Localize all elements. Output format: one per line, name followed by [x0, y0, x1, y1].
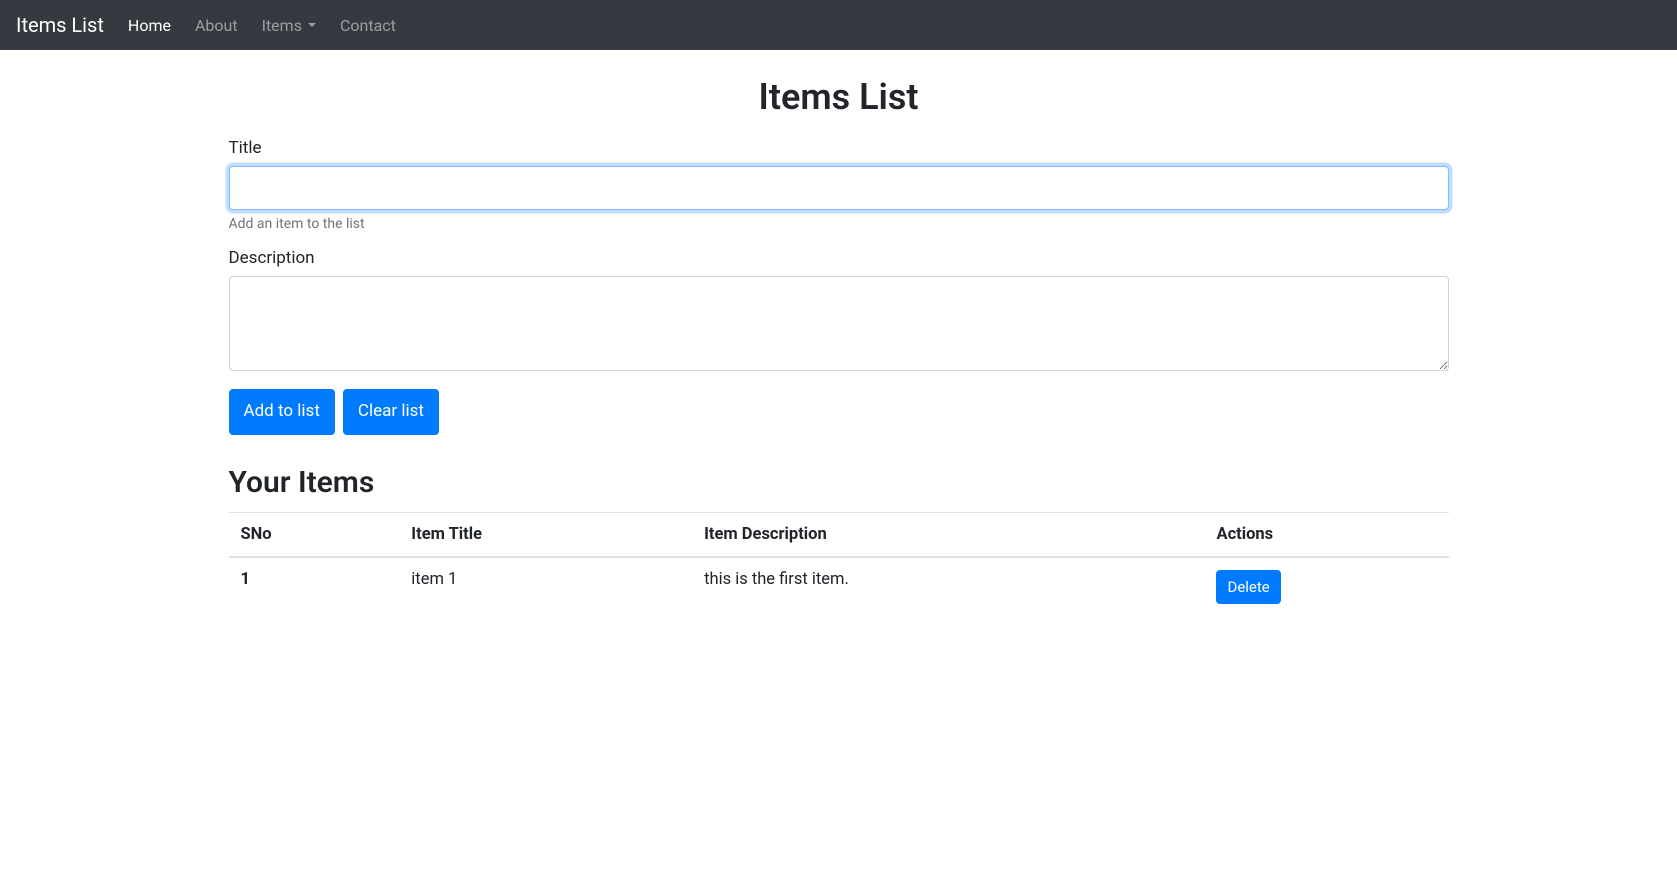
items-table: SNo Item Title Item Description Actions … [229, 512, 1449, 617]
cell-title: item 1 [399, 557, 692, 617]
table-header-row: SNo Item Title Item Description Actions [229, 512, 1449, 557]
description-label: Description [229, 248, 1449, 268]
nav-link-about[interactable]: About [187, 8, 246, 43]
clear-list-button[interactable]: Clear list [343, 389, 439, 435]
title-help-text: Add an item to the list [229, 216, 1449, 232]
cell-actions: Delete [1204, 557, 1448, 617]
page-title: Items List [229, 76, 1449, 118]
table-row: 1item 1this is the first item. Delete [229, 557, 1449, 617]
description-textarea[interactable] [229, 276, 1449, 371]
cell-sno: 1 [229, 557, 400, 617]
nav-link-contact[interactable]: Contact [332, 8, 404, 43]
column-actions: Actions [1204, 512, 1448, 557]
form-buttons: Add to list Clear list [229, 389, 1449, 435]
chevron-down-icon [308, 23, 316, 27]
column-sno: SNo [229, 512, 400, 557]
navbar-nav: Home About Items Contact [120, 8, 412, 43]
your-items-heading: Your Items [229, 465, 1449, 500]
nav-link-home[interactable]: Home [120, 8, 179, 43]
cell-description: this is the first item. [692, 557, 1204, 617]
column-title: Item Title [399, 512, 692, 557]
delete-button[interactable]: Delete [1216, 570, 1280, 605]
description-form-group: Description [229, 248, 1449, 371]
title-input[interactable] [229, 166, 1449, 210]
nav-link-items[interactable]: Items [254, 8, 324, 43]
navbar: Items List Home About Items Contact [0, 0, 1677, 50]
title-label: Title [229, 138, 1449, 158]
navbar-brand[interactable]: Items List [16, 13, 104, 37]
main-container: Items List Title Add an item to the list… [214, 76, 1464, 616]
title-form-group: Title Add an item to the list [229, 138, 1449, 232]
nav-link-items-label: Items [262, 16, 302, 35]
column-description: Item Description [692, 512, 1204, 557]
add-to-list-button[interactable]: Add to list [229, 389, 335, 435]
